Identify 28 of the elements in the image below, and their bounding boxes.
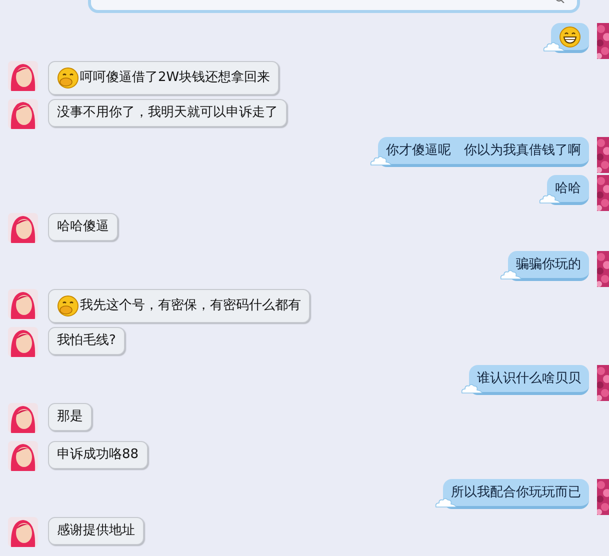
message-text: 所以我配合你玩玩而已: [451, 484, 581, 502]
cloud-icon: [500, 268, 522, 280]
cloud-icon: [435, 496, 457, 508]
cloud-icon: [539, 192, 561, 204]
message-text: 呵呵傻逼借了2W块钱还想拿回来: [80, 69, 270, 88]
avatar-icon[interactable]: [8, 403, 38, 433]
message-text: 我先这个号，有密保，有密码什么都有: [80, 297, 301, 316]
message-text: 哈哈: [555, 180, 581, 198]
input-box[interactable]: [88, 0, 580, 13]
message-text: 没事不用你了，我明天就可以申诉走了: [57, 104, 278, 122]
message-text: 感谢提供地址: [57, 522, 135, 540]
message-text: 你才傻逼呢 你以为我真借钱了啊: [386, 142, 581, 160]
message-text: 那是: [57, 408, 83, 426]
cloud-icon: [370, 154, 392, 166]
avatar-icon[interactable]: [8, 517, 38, 547]
avatar-icon[interactable]: [8, 61, 38, 91]
avatar-icon[interactable]: [8, 327, 38, 357]
message-text: 谁认识什么啥贝贝: [477, 370, 581, 388]
cloud-icon: [461, 382, 483, 394]
message-text: 我怕毛线?: [57, 332, 116, 350]
message-text: 骗骗你玩的: [516, 256, 581, 274]
avatar-icon[interactable]: [8, 441, 38, 471]
avatar-icon[interactable]: [8, 99, 38, 129]
avatar-icon[interactable]: [8, 213, 38, 243]
message-text: 哈哈傻逼: [57, 218, 109, 236]
avatar-icon[interactable]: [8, 289, 38, 319]
cloud-icon: [543, 40, 565, 52]
message-text: 申诉成功咯88: [57, 446, 139, 464]
